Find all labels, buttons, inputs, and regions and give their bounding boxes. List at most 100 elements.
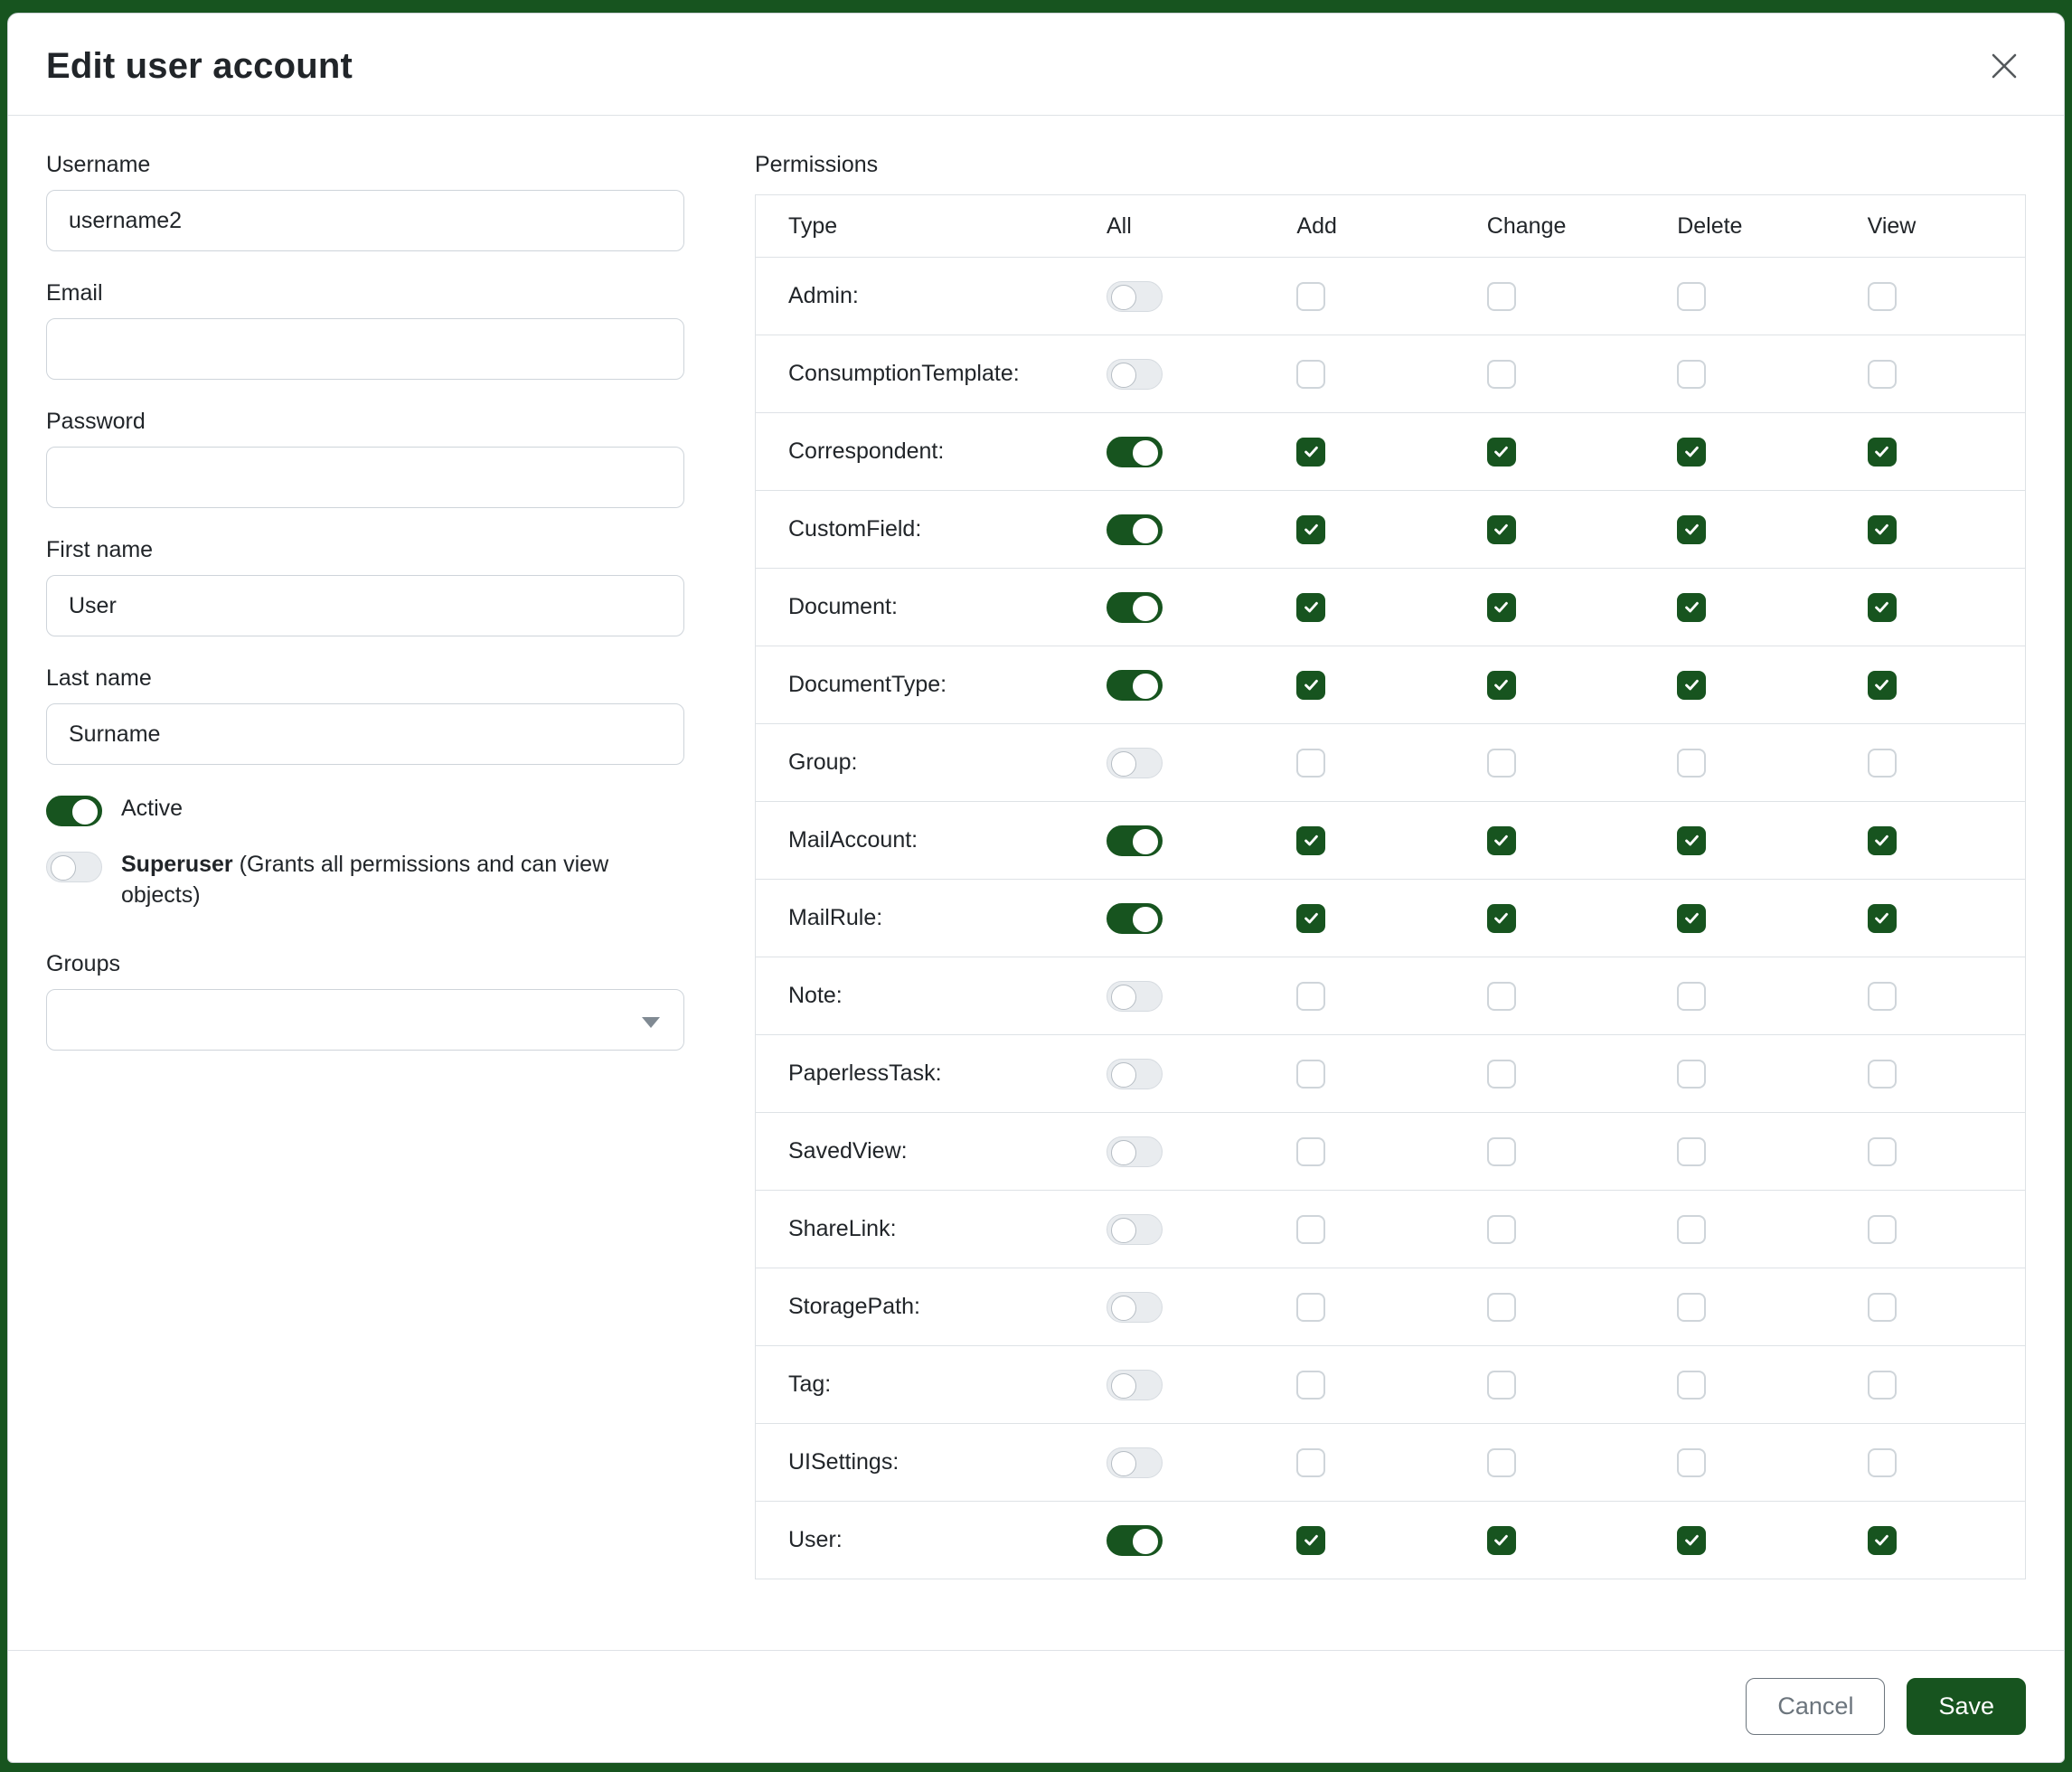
permission-view-cell — [1835, 749, 2025, 778]
permission-delete-checkbox[interactable] — [1677, 904, 1706, 933]
permission-all-toggle[interactable] — [1107, 825, 1163, 856]
permission-add-checkbox[interactable] — [1296, 1060, 1325, 1089]
permission-all-toggle[interactable] — [1107, 514, 1163, 545]
permission-view-checkbox[interactable] — [1868, 671, 1897, 700]
permission-all-toggle[interactable] — [1107, 670, 1163, 701]
permission-all-cell — [1074, 1370, 1264, 1400]
permission-view-checkbox[interactable] — [1868, 360, 1897, 389]
permission-delete-checkbox[interactable] — [1677, 1293, 1706, 1322]
permission-change-checkbox[interactable] — [1487, 904, 1516, 933]
permission-view-checkbox[interactable] — [1868, 749, 1897, 778]
permission-change-checkbox[interactable] — [1487, 360, 1516, 389]
permission-change-checkbox[interactable] — [1487, 282, 1516, 311]
permission-change-checkbox[interactable] — [1487, 749, 1516, 778]
permission-add-checkbox[interactable] — [1296, 593, 1325, 622]
permission-all-toggle[interactable] — [1107, 437, 1163, 467]
cancel-button[interactable]: Cancel — [1746, 1678, 1885, 1735]
permission-delete-checkbox[interactable] — [1677, 749, 1706, 778]
permission-delete-checkbox[interactable] — [1677, 1448, 1706, 1477]
last-name-input[interactable] — [46, 703, 684, 765]
permission-view-checkbox[interactable] — [1868, 1293, 1897, 1322]
permission-view-checkbox[interactable] — [1868, 1060, 1897, 1089]
permission-view-checkbox[interactable] — [1868, 1137, 1897, 1166]
permission-view-checkbox[interactable] — [1868, 515, 1897, 544]
permission-add-checkbox[interactable] — [1296, 982, 1325, 1011]
permission-change-checkbox[interactable] — [1487, 1371, 1516, 1400]
close-icon[interactable] — [1983, 44, 2026, 88]
permission-view-checkbox[interactable] — [1868, 1526, 1897, 1555]
permission-view-checkbox[interactable] — [1868, 982, 1897, 1011]
permission-view-checkbox[interactable] — [1868, 282, 1897, 311]
permission-delete-checkbox[interactable] — [1677, 982, 1706, 1011]
permission-all-toggle[interactable] — [1107, 1525, 1163, 1556]
password-input[interactable] — [46, 447, 684, 508]
permission-all-toggle[interactable] — [1107, 1136, 1163, 1167]
permission-add-checkbox[interactable] — [1296, 1526, 1325, 1555]
permission-add-checkbox[interactable] — [1296, 671, 1325, 700]
permission-add-checkbox[interactable] — [1296, 282, 1325, 311]
permission-add-checkbox[interactable] — [1296, 1371, 1325, 1400]
permission-add-checkbox[interactable] — [1296, 749, 1325, 778]
permission-delete-checkbox[interactable] — [1677, 593, 1706, 622]
first-name-input[interactable] — [46, 575, 684, 636]
active-toggle[interactable] — [46, 796, 102, 826]
permission-change-checkbox[interactable] — [1487, 1526, 1516, 1555]
permission-view-checkbox[interactable] — [1868, 1448, 1897, 1477]
permission-all-toggle[interactable] — [1107, 748, 1163, 778]
permission-view-checkbox[interactable] — [1868, 593, 1897, 622]
permission-change-checkbox[interactable] — [1487, 1137, 1516, 1166]
permission-view-checkbox[interactable] — [1868, 438, 1897, 467]
groups-select[interactable] — [46, 989, 684, 1051]
permission-change-checkbox[interactable] — [1487, 1215, 1516, 1244]
permission-change-checkbox[interactable] — [1487, 982, 1516, 1011]
permission-all-toggle[interactable] — [1107, 592, 1163, 623]
permission-view-checkbox[interactable] — [1868, 1215, 1897, 1244]
permission-view-checkbox[interactable] — [1868, 904, 1897, 933]
permission-change-checkbox[interactable] — [1487, 671, 1516, 700]
permission-add-checkbox[interactable] — [1296, 1448, 1325, 1477]
permission-delete-checkbox[interactable] — [1677, 515, 1706, 544]
permission-delete-checkbox[interactable] — [1677, 282, 1706, 311]
permission-delete-checkbox[interactable] — [1677, 1371, 1706, 1400]
permission-all-toggle[interactable] — [1107, 1059, 1163, 1089]
permission-change-checkbox[interactable] — [1487, 1293, 1516, 1322]
permission-all-cell — [1074, 1292, 1264, 1323]
permission-view-checkbox[interactable] — [1868, 826, 1897, 855]
permission-all-toggle[interactable] — [1107, 981, 1163, 1012]
email-input[interactable] — [46, 318, 684, 380]
permission-all-toggle[interactable] — [1107, 1292, 1163, 1323]
permission-add-checkbox[interactable] — [1296, 826, 1325, 855]
permission-add-checkbox[interactable] — [1296, 1293, 1325, 1322]
permission-all-toggle[interactable] — [1107, 281, 1163, 312]
permission-delete-checkbox[interactable] — [1677, 671, 1706, 700]
permission-change-checkbox[interactable] — [1487, 1060, 1516, 1089]
permission-all-toggle[interactable] — [1107, 903, 1163, 934]
permission-delete-checkbox[interactable] — [1677, 1137, 1706, 1166]
permission-view-checkbox[interactable] — [1868, 1371, 1897, 1400]
permission-all-toggle[interactable] — [1107, 1370, 1163, 1400]
permission-delete-checkbox[interactable] — [1677, 1526, 1706, 1555]
permission-add-checkbox[interactable] — [1296, 438, 1325, 467]
permission-change-checkbox[interactable] — [1487, 1448, 1516, 1477]
save-button[interactable]: Save — [1907, 1678, 2026, 1735]
permission-change-checkbox[interactable] — [1487, 593, 1516, 622]
permission-add-checkbox[interactable] — [1296, 904, 1325, 933]
permission-delete-checkbox[interactable] — [1677, 826, 1706, 855]
superuser-toggle[interactable] — [46, 852, 102, 882]
permission-delete-checkbox[interactable] — [1677, 438, 1706, 467]
permission-all-toggle[interactable] — [1107, 1214, 1163, 1245]
permission-all-toggle[interactable] — [1107, 1447, 1163, 1478]
permission-change-checkbox[interactable] — [1487, 515, 1516, 544]
permission-add-checkbox[interactable] — [1296, 360, 1325, 389]
permission-change-checkbox[interactable] — [1487, 826, 1516, 855]
permission-add-checkbox[interactable] — [1296, 1137, 1325, 1166]
permission-delete-checkbox[interactable] — [1677, 1060, 1706, 1089]
permission-all-toggle[interactable] — [1107, 359, 1163, 390]
permission-add-checkbox[interactable] — [1296, 515, 1325, 544]
permission-delete-checkbox[interactable] — [1677, 360, 1706, 389]
username-input[interactable] — [46, 190, 684, 251]
permission-type-label: MailRule: — [756, 905, 1074, 931]
permission-delete-checkbox[interactable] — [1677, 1215, 1706, 1244]
permission-add-checkbox[interactable] — [1296, 1215, 1325, 1244]
permission-change-checkbox[interactable] — [1487, 438, 1516, 467]
